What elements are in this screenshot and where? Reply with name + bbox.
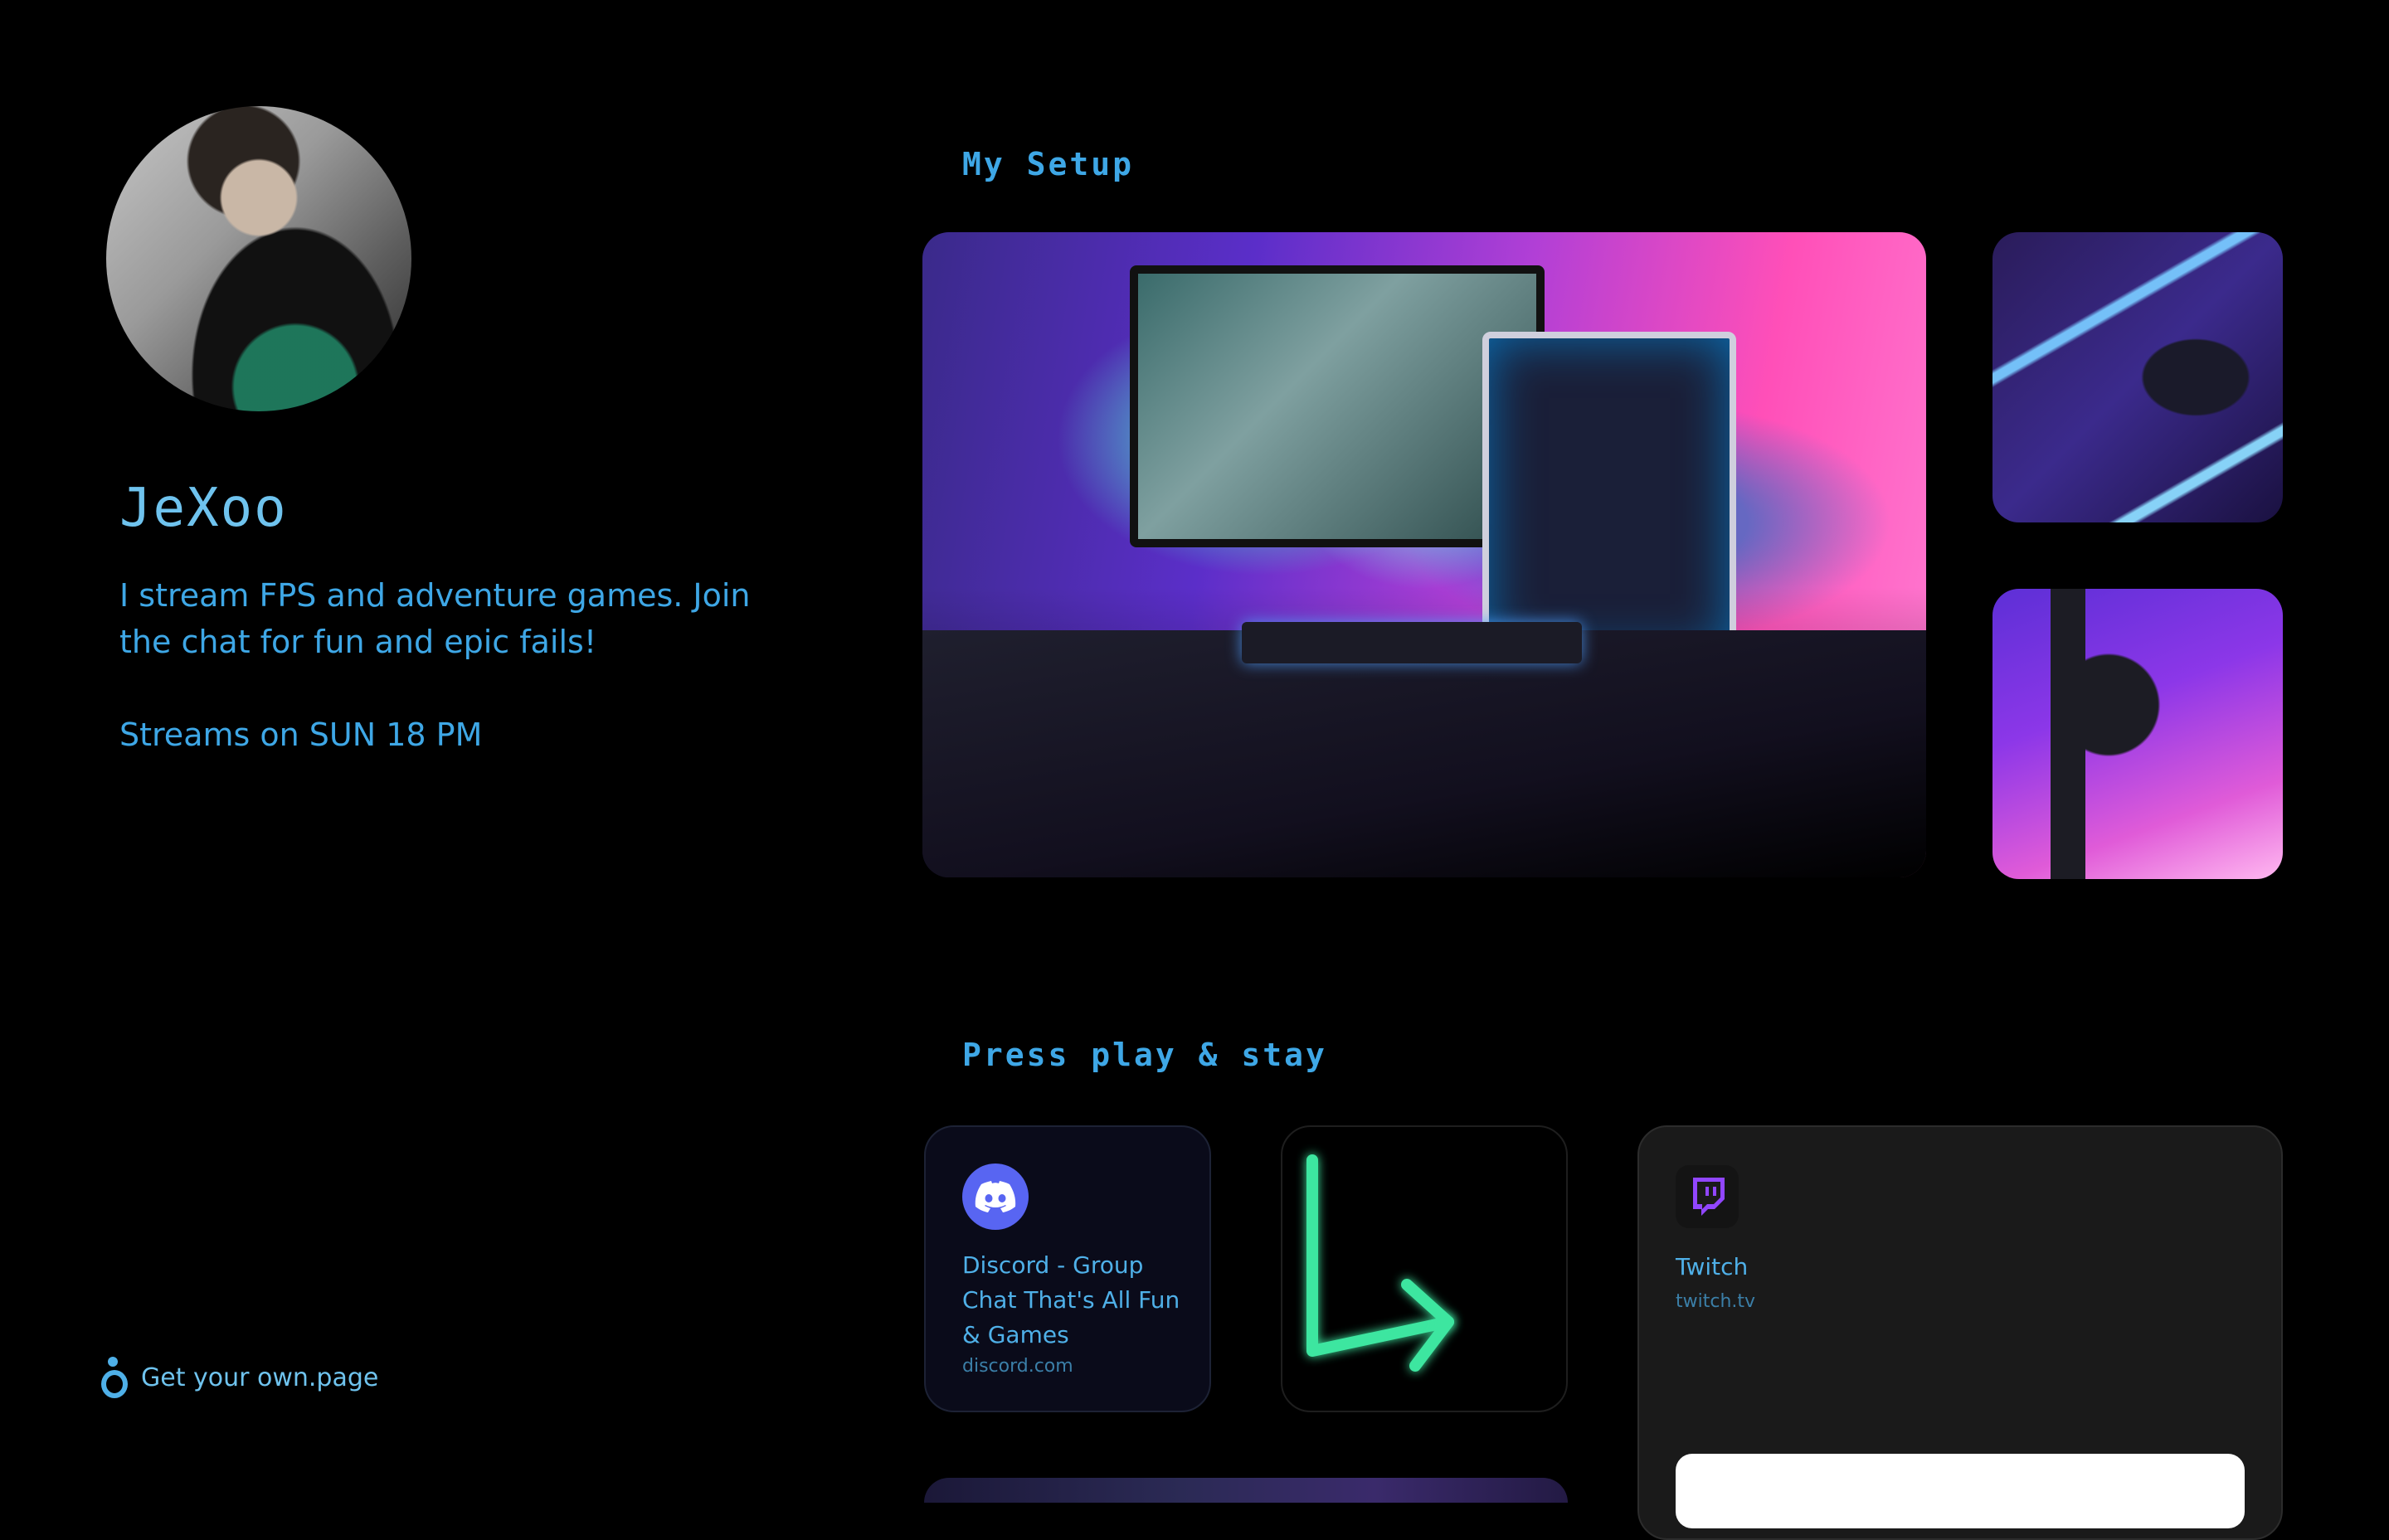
profile-bio: I stream FPS and adventure games. Join t… [119,577,751,660]
profile-avatar [106,106,411,411]
discord-icon [962,1164,1029,1230]
twitch-embed-panel[interactable] [1676,1454,2245,1528]
link-card-neon-arrow[interactable] [1281,1125,1568,1412]
twitch-link-url: twitch.tv [1676,1291,1756,1312]
get-your-own-page-label: Get your own.page [141,1363,379,1392]
twitch-icon [1676,1165,1739,1228]
link-card-discord[interactable]: Discord - Group Chat That's All Fun & Ga… [924,1125,1211,1412]
twitch-link-title: Twitch [1676,1253,1749,1280]
setup-photo-microphone[interactable] [1992,589,2283,879]
person-icon [98,1357,128,1398]
pc-tower-shape [1482,332,1736,660]
get-your-own-page-link[interactable]: Get your own.page [98,1357,378,1398]
my-setup-title: My Setup [962,146,1135,182]
neon-arrow-icon [1306,1154,1454,1372]
setup-photo-desk[interactable] [922,232,1926,877]
keyboard-shape [1242,622,1582,663]
stream-schedule: Streams on SUN 18 PM [119,717,483,753]
discord-link-url: discord.com [962,1356,1073,1377]
discord-link-title: Discord - Group Chat That's All Fun & Ga… [962,1251,1180,1348]
desk-shape [922,630,1926,877]
link-card-twitch[interactable]: Twitch twitch.tv [1637,1125,2283,1540]
profile-name: JeXoo [119,478,288,539]
next-card-preview [924,1478,1568,1503]
press-play-title: Press play & stay [962,1037,1327,1073]
setup-photo-mouse[interactable] [1992,232,2283,522]
